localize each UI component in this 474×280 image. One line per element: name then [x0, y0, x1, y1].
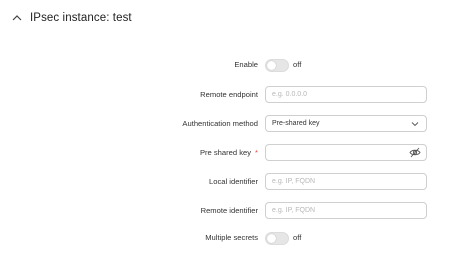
enable-state-text: off	[293, 60, 302, 69]
enable-toggle[interactable]	[265, 59, 289, 72]
pre-shared-key-label: Pre shared key *	[200, 143, 258, 163]
remote-endpoint-row: Remote endpoint e.g. 0.0.0.0	[0, 85, 474, 105]
required-mark: *	[255, 148, 258, 157]
pre-shared-key-input[interactable]	[265, 144, 427, 161]
multiple-secrets-toggle[interactable]	[265, 232, 289, 245]
eye-slash-icon[interactable]	[409, 147, 421, 158]
local-identifier-input[interactable]: e.g. IP, FQDN	[265, 173, 427, 190]
enable-row: Enable off	[0, 55, 474, 75]
section-title: IPsec instance: test	[30, 12, 132, 24]
remote-identifier-input[interactable]: e.g. IP, FQDN	[265, 202, 427, 219]
auth-method-label: Authentication method	[182, 119, 258, 128]
multiple-secrets-row: Multiple secrets off	[0, 228, 474, 248]
section-header[interactable]: IPsec instance: test	[10, 9, 132, 27]
remote-endpoint-label: Remote endpoint	[200, 90, 258, 99]
multiple-secrets-state-text: off	[293, 233, 302, 242]
remote-endpoint-input[interactable]: e.g. 0.0.0.0	[265, 86, 427, 103]
enable-label: Enable	[234, 60, 258, 69]
auth-method-row: Authentication method Pre-shared key	[0, 114, 474, 134]
pre-shared-key-label-text: Pre shared key	[199, 148, 252, 157]
auth-method-select[interactable]: Pre-shared key	[265, 115, 427, 132]
multiple-secrets-label: Multiple secrets	[205, 233, 258, 242]
chevron-down-icon	[411, 122, 419, 127]
chevron-up-icon[interactable]	[10, 11, 24, 25]
auth-method-value: Pre-shared key	[272, 120, 320, 127]
local-identifier-row: Local identifier e.g. IP, FQDN	[0, 172, 474, 192]
toggle-knob	[267, 61, 276, 70]
toggle-knob	[267, 234, 276, 243]
remote-identifier-row: Remote identifier e.g. IP, FQDN	[0, 201, 474, 221]
remote-identifier-label: Remote identifier	[200, 206, 258, 215]
pre-shared-key-row: Pre shared key *	[0, 143, 474, 163]
local-identifier-label: Local identifier	[209, 177, 258, 186]
